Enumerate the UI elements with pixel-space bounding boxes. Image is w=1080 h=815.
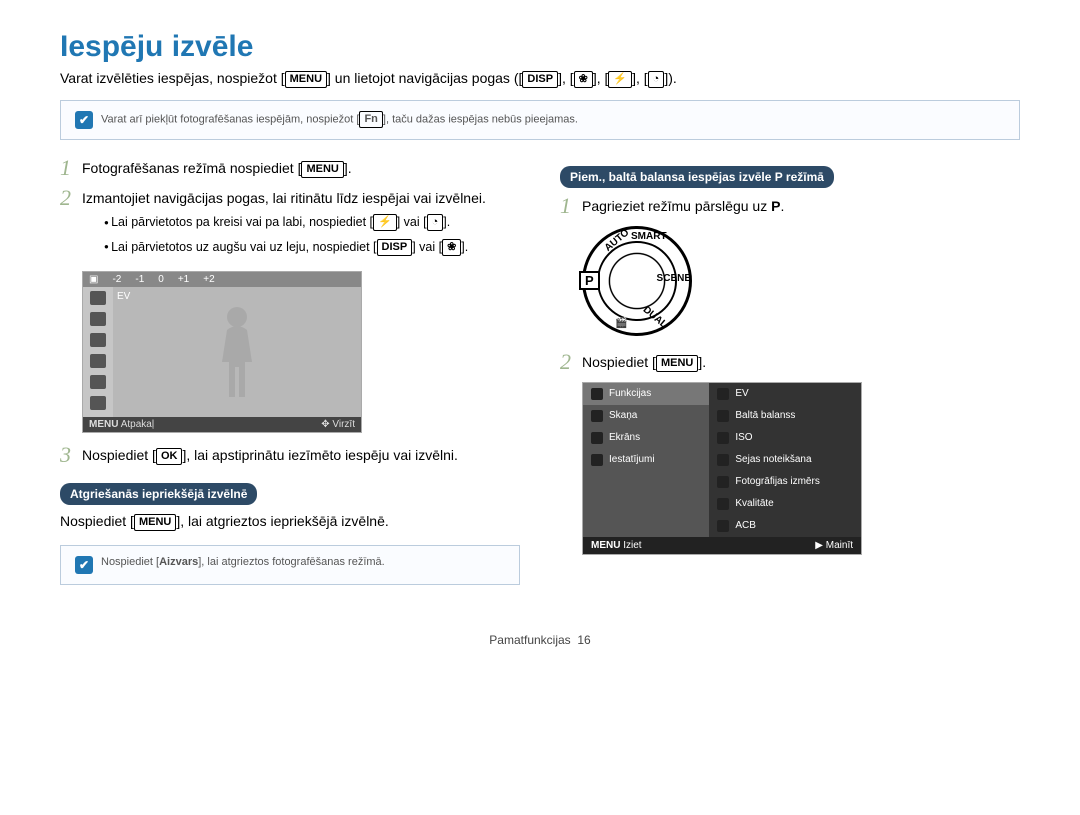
step-number: 2 — [60, 188, 82, 261]
menu-item: Skaņa — [583, 405, 709, 427]
sidebar-icon — [90, 354, 106, 368]
note-shutter: ✔ Nospiediet [Aizvars], lai atgrieztos f… — [60, 545, 520, 585]
menu-item: EV — [709, 383, 861, 405]
menu-key-icon: MENU — [285, 71, 327, 88]
sidebar-icon — [90, 333, 106, 347]
step-number: 1 — [560, 196, 582, 216]
disp-key-icon: DISP — [522, 71, 558, 88]
back-heading-badge: Atgriešanās iepriekšējā izvēlnē — [60, 483, 257, 505]
step-number: 1 — [60, 158, 82, 178]
menu-preview-panel: Funkcijas Skaņa Ekrāns Iestatījumi EV Ba… — [582, 382, 862, 555]
info-icon: ✔ — [75, 556, 93, 574]
timer-icon: ◔ — [648, 71, 665, 88]
example-heading-badge: Piem., baltā balansa iespējas izvēle P r… — [560, 166, 834, 188]
menu-item: Baltā balanss — [709, 405, 861, 427]
sidebar-icon — [90, 375, 106, 389]
step-number: 3 — [60, 445, 82, 465]
menu-key-icon: MENU — [301, 161, 343, 178]
page-title: Iespēju izvēle — [60, 30, 1020, 64]
ev-icon: ▣ — [89, 274, 98, 285]
menu-item: Iestatījumi — [583, 449, 709, 471]
sound-icon — [591, 410, 603, 422]
menu-key-icon: MENU — [656, 355, 698, 372]
disp-key-icon: DISP — [377, 239, 413, 256]
sidebar-icon — [90, 312, 106, 326]
display-icon — [591, 432, 603, 444]
person-silhouette-icon — [207, 302, 267, 402]
intro-text: Varat izvēlēties iespējas, nospiežot [ME… — [60, 70, 1020, 88]
menu-item: Fotogrāfijas izmērs — [709, 471, 861, 493]
menu-item: Sejas noteikšana — [709, 449, 861, 471]
menu-item: ACB — [709, 515, 861, 537]
camera-icon — [591, 388, 603, 400]
timer-icon: ◔ — [427, 214, 444, 231]
info-icon: ✔ — [75, 111, 93, 129]
fn-key-icon: Fn — [359, 111, 382, 128]
menu-item: Kvalitāte — [709, 493, 861, 515]
menu-item: Funkcijas — [583, 383, 709, 405]
note-fn: ✔ Varat arī piekļūt fotografēšanas iespē… — [60, 100, 1020, 140]
page-footer: Pamatfunkcijas 16 — [60, 633, 1020, 647]
sidebar-icon — [90, 291, 106, 305]
flash-icon: ⚡ — [373, 214, 397, 231]
settings-icon — [591, 454, 603, 466]
left-column: 1 Fotografēšanas režīmā nospiediet [MENU… — [60, 158, 520, 603]
flash-icon: ⚡ — [608, 71, 632, 88]
ok-key-icon: OK — [156, 448, 183, 465]
mode-dial-icon: P AUTO SMART SCENE DUAL 🎬 — [582, 226, 692, 336]
menu-item: Ekrāns — [583, 427, 709, 449]
menu-key-icon: MENU — [134, 514, 176, 531]
ev-label: EV — [117, 291, 130, 302]
flower-icon: ❀ — [442, 239, 461, 256]
menu-item: ISO — [709, 427, 861, 449]
right-column: Piem., baltā balansa iespējas izvēle P r… — [560, 158, 1020, 603]
step-number: 2 — [560, 352, 582, 372]
flower-icon: ❀ — [574, 71, 593, 88]
sidebar-icon — [90, 396, 106, 410]
ev-preview-panel: ▣ -2 -1 0 +1 +2 — [82, 271, 362, 433]
